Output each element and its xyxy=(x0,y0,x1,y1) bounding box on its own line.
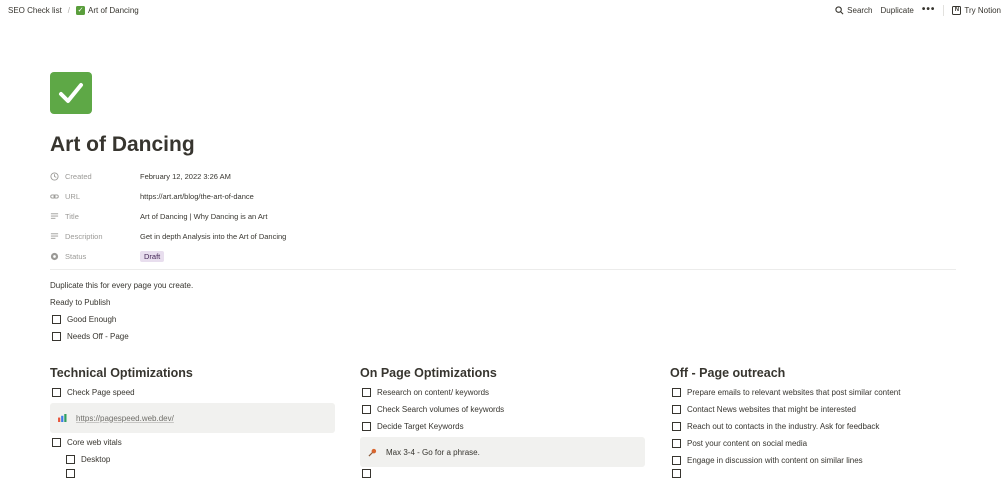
property-key-title[interactable]: Title xyxy=(50,212,140,221)
check-mark-icon: ✓ xyxy=(76,5,86,15)
status-icon xyxy=(50,252,59,260)
property-key-created[interactable]: Created xyxy=(50,172,140,181)
todo-item: Engage in discussion with content on sim… xyxy=(672,452,900,469)
todo-label: Engage in discussion with content on sim… xyxy=(687,456,863,465)
todo-item: Good Enough xyxy=(52,311,129,328)
breadcrumb: SEO Check list / ✓ Art of Dancing xyxy=(8,5,139,15)
property-created: Created February 12, 2022 3:26 AM xyxy=(50,166,956,186)
page-title[interactable]: Art of Dancing xyxy=(50,133,195,157)
todo-label: Good Enough xyxy=(67,315,117,324)
todo-label: Post your content on social media xyxy=(687,439,808,448)
todo-label: Check Search volumes of keywords xyxy=(377,405,505,414)
property-description: Description Get in depth Analysis into t… xyxy=(50,226,956,246)
property-key-label: Status xyxy=(65,251,87,261)
page-icon[interactable] xyxy=(50,72,92,114)
property-key-url[interactable]: URL xyxy=(50,192,140,201)
todo-checkbox[interactable] xyxy=(66,455,75,464)
text-lines-icon xyxy=(50,212,59,219)
property-value-status[interactable]: Draft xyxy=(140,250,165,262)
topbar: SEO Check list / ✓ Art of Dancing Search… xyxy=(0,0,1005,20)
try-notion-label: Try Notion xyxy=(964,5,1001,15)
todo-item: Core web vitals xyxy=(52,434,122,451)
property-key-label: Description xyxy=(65,231,103,241)
property-key-label: URL xyxy=(65,191,81,201)
todo-checkbox[interactable] xyxy=(672,405,681,414)
property-value-created: February 12, 2022 3:26 AM xyxy=(140,171,231,181)
properties-table: Created February 12, 2022 3:26 AM URL ht… xyxy=(50,166,956,266)
todo-checkbox[interactable] xyxy=(672,439,681,448)
duplicate-button[interactable]: Duplicate xyxy=(881,6,914,15)
onpage-heading: On Page Optimizations xyxy=(360,366,497,380)
todo-label: Desktop xyxy=(81,455,111,464)
todo-checkbox[interactable] xyxy=(362,388,371,397)
toolbar-divider xyxy=(943,4,945,16)
breadcrumb-current[interactable]: ✓ Art of Dancing xyxy=(76,5,139,15)
chart-icon xyxy=(58,414,67,422)
property-key-description[interactable]: Description xyxy=(50,232,140,241)
todo-label: Decide Target Keywords xyxy=(377,422,464,431)
todo-label: Prepare emails to relevant websites that… xyxy=(687,388,901,397)
pin-icon xyxy=(368,448,377,457)
technical-heading: Technical Optimizations xyxy=(50,366,193,380)
todo-label: Research on content/ keywords xyxy=(377,388,490,397)
clock-icon xyxy=(50,171,59,181)
todo-item: Needs Off - Page xyxy=(52,328,129,345)
todo-checkbox[interactable] xyxy=(672,388,681,397)
offpage-heading: Off - Page outreach xyxy=(670,366,786,380)
search-button[interactable]: Search xyxy=(835,5,873,15)
todo-label: Core web vitals xyxy=(67,438,122,447)
ready-to-publish-label: Ready to Publish xyxy=(50,298,111,307)
todo-checkbox[interactable] xyxy=(52,315,61,324)
todo-label: Contact News websites that might be inte… xyxy=(687,405,856,414)
property-key-label: Title xyxy=(65,211,79,221)
try-notion-button[interactable]: N Try Notion xyxy=(952,5,1001,15)
todo-item: Check Page speed xyxy=(52,384,135,401)
tip-callout: Max 3-4 - Go for a phrase. xyxy=(360,437,645,467)
todo-item: Prepare emails to relevant websites that… xyxy=(672,384,900,401)
status-badge: Draft xyxy=(140,250,165,262)
check-mark-icon xyxy=(59,83,83,103)
todo-checkbox[interactable] xyxy=(52,332,61,341)
todo-checkbox[interactable] xyxy=(52,438,61,447)
property-value-title[interactable]: Art of Dancing | Why Dancing is an Art xyxy=(140,212,267,221)
link-callout: https://pagespeed.web.dev/ xyxy=(50,403,335,433)
property-status: Status Draft xyxy=(50,246,956,266)
todo-label: Check Page speed xyxy=(67,388,135,397)
property-value-description[interactable]: Get in depth Analysis into the Art of Da… xyxy=(140,232,286,241)
pagespeed-link[interactable]: https://pagespeed.web.dev/ xyxy=(76,414,174,423)
todo-checkbox[interactable] xyxy=(362,422,371,431)
property-value-url[interactable]: https://art.art/blog/the-art-of-dance xyxy=(140,192,254,201)
property-key-status[interactable]: Status xyxy=(50,252,140,261)
notion-logo-icon: N xyxy=(952,5,962,15)
todo-checkbox[interactable] xyxy=(362,405,371,414)
section-divider xyxy=(50,269,956,270)
breadcrumb-separator: / xyxy=(67,5,71,15)
callout-text: Max 3-4 - Go for a phrase. xyxy=(386,447,480,457)
more-options-icon[interactable]: ••• xyxy=(922,4,936,15)
todo-checkbox[interactable] xyxy=(672,456,681,465)
todo-item: Contact News websites that might be inte… xyxy=(672,401,900,418)
todo-checkbox[interactable] xyxy=(52,388,61,397)
breadcrumb-parent[interactable]: SEO Check list xyxy=(8,6,62,15)
link-icon xyxy=(50,194,59,198)
property-title: Title Art of Dancing | Why Dancing is an… xyxy=(50,206,956,226)
todo-subitem: Desktop xyxy=(66,451,110,468)
todo-label: Reach out to contacts in the industry. A… xyxy=(687,422,880,431)
search-label: Search xyxy=(847,5,873,15)
todo-item: Decide Target Keywords xyxy=(362,418,504,435)
todo-item: Check Search volumes of keywords xyxy=(362,401,504,418)
property-url: URL https://art.art/blog/the-art-of-danc… xyxy=(50,186,956,206)
text-lines-icon xyxy=(50,232,59,239)
todo-label: Needs Off - Page xyxy=(67,332,129,341)
todo-item: Reach out to contacts in the industry. A… xyxy=(672,418,900,435)
todo-item: Post your content on social media xyxy=(672,435,900,452)
search-icon xyxy=(835,5,844,14)
property-key-label: Created xyxy=(65,171,92,181)
breadcrumb-current-label: Art of Dancing xyxy=(88,5,139,15)
todo-item: Research on content/ keywords xyxy=(362,384,504,401)
intro-text: Duplicate this for every page you create… xyxy=(50,281,194,290)
todo-checkbox[interactable] xyxy=(672,422,681,431)
